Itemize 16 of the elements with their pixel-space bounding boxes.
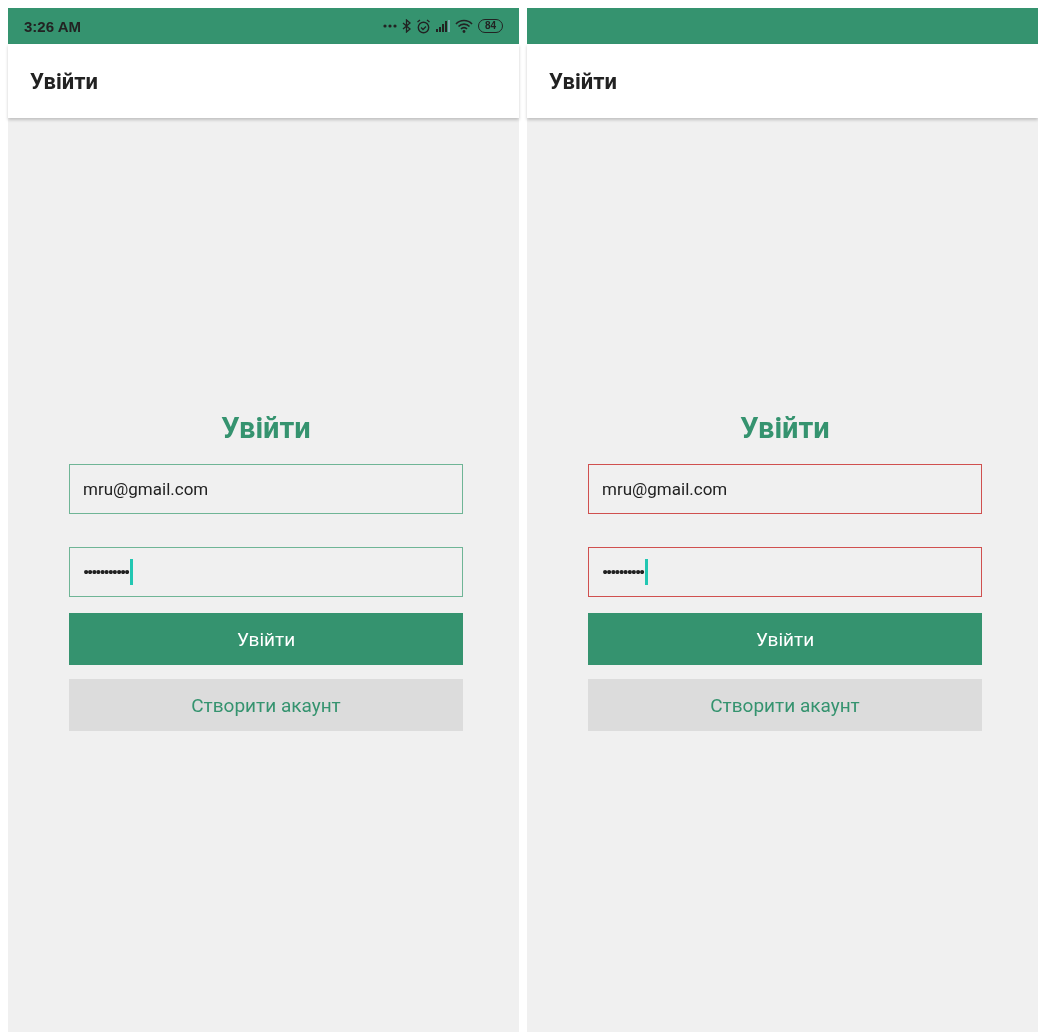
login-button[interactable]: Увійти [588, 613, 982, 665]
app-bar-title: Увійти [30, 68, 98, 94]
bluetooth-icon [401, 19, 411, 33]
form-title: Увійти [221, 410, 311, 446]
app-bar-title: Увійти [549, 68, 617, 94]
login-button[interactable]: Увійти [69, 613, 463, 665]
wifi-icon [454, 19, 473, 33]
signal-icon [435, 20, 450, 32]
alarm-icon [415, 18, 431, 34]
form-title: Увійти [740, 410, 830, 446]
email-field[interactable]: mru@gmail.com [69, 464, 463, 514]
email-field[interactable]: mru@gmail.com [588, 464, 982, 514]
password-field[interactable]: ••••••••••• [69, 547, 463, 597]
status-time: 3:26 AM [24, 17, 81, 35]
password-field[interactable]: •••••••••• [588, 547, 982, 597]
more-icon [382, 24, 397, 28]
